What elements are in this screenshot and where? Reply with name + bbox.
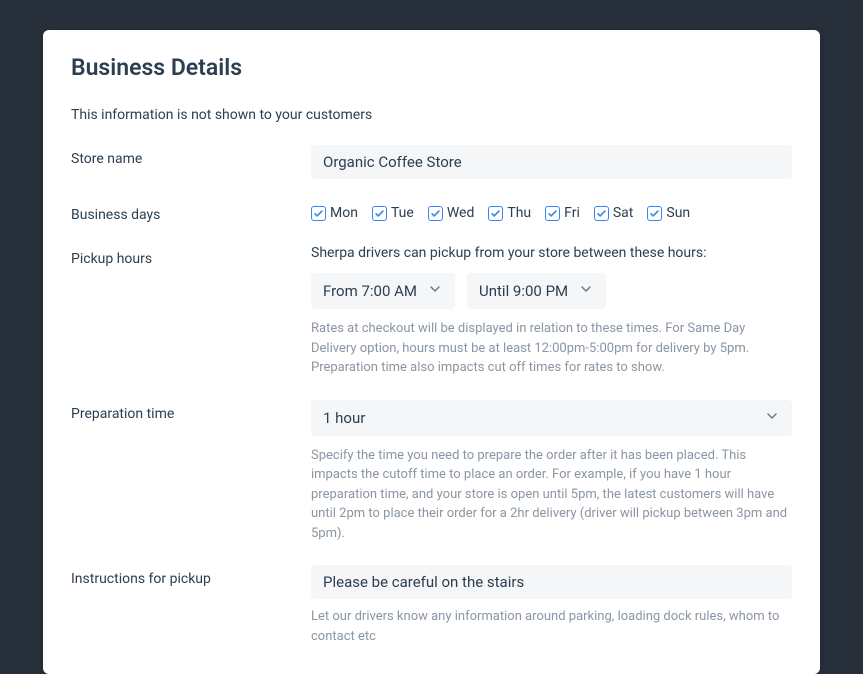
page-subtitle: This information is not shown to your cu… — [71, 107, 792, 123]
day-label: Sun — [666, 205, 690, 221]
pickup-hours-row: Pickup hours Sherpa drivers can pickup f… — [71, 245, 792, 378]
page-title: Business Details — [71, 54, 792, 81]
chevron-down-icon — [578, 281, 594, 301]
pickup-hours-description: Sherpa drivers can pickup from your stor… — [311, 245, 792, 261]
pickup-until-value: Until 9:00 PM — [479, 282, 568, 300]
pickup-until-select[interactable]: Until 9:00 PM — [467, 273, 606, 309]
day-label: Tue — [391, 205, 414, 221]
checkbox-icon — [428, 206, 443, 221]
store-name-label: Store name — [71, 145, 311, 167]
store-name-row: Store name — [71, 145, 792, 179]
day-thu[interactable]: Thu — [488, 205, 531, 221]
pickup-from-value: From 7:00 AM — [323, 282, 417, 300]
day-label: Sat — [613, 205, 634, 221]
day-mon[interactable]: Mon — [311, 205, 358, 221]
checkbox-icon — [372, 206, 387, 221]
business-days-label: Business days — [71, 201, 311, 223]
chevron-down-icon — [764, 408, 780, 428]
day-label: Thu — [507, 205, 531, 221]
checkbox-icon — [488, 206, 503, 221]
checkbox-icon — [311, 206, 326, 221]
day-label: Wed — [447, 205, 475, 221]
pickup-from-select[interactable]: From 7:00 AM — [311, 273, 455, 309]
pickup-hours-label: Pickup hours — [71, 245, 311, 267]
business-details-card: Business Details This information is not… — [43, 30, 820, 674]
business-days-row: Business days Mon Tue Wed Thu — [71, 201, 792, 223]
chevron-down-icon — [427, 281, 443, 301]
day-sat[interactable]: Sat — [594, 205, 634, 221]
instructions-row: Instructions for pickup Let our drivers … — [71, 565, 792, 646]
day-fri[interactable]: Fri — [545, 205, 580, 221]
preparation-time-row: Preparation time 1 hour Specify the time… — [71, 400, 792, 544]
instructions-help: Let our drivers know any information aro… — [311, 607, 792, 646]
preparation-time-label: Preparation time — [71, 400, 311, 422]
preparation-time-value: 1 hour — [323, 409, 365, 427]
pickup-hours-help: Rates at checkout will be displayed in r… — [311, 319, 792, 378]
checkbox-icon — [647, 206, 662, 221]
checkbox-icon — [545, 206, 560, 221]
day-tue[interactable]: Tue — [372, 205, 414, 221]
preparation-time-help: Specify the time you need to prepare the… — [311, 446, 792, 544]
day-sun[interactable]: Sun — [647, 205, 690, 221]
instructions-label: Instructions for pickup — [71, 565, 311, 587]
day-label: Mon — [330, 205, 358, 221]
store-name-input[interactable] — [311, 145, 792, 179]
day-label: Fri — [564, 205, 580, 221]
preparation-time-select[interactable]: 1 hour — [311, 400, 792, 436]
instructions-input[interactable] — [311, 565, 792, 599]
business-days-group: Mon Tue Wed Thu Fri — [311, 201, 792, 221]
day-wed[interactable]: Wed — [428, 205, 475, 221]
checkbox-icon — [594, 206, 609, 221]
